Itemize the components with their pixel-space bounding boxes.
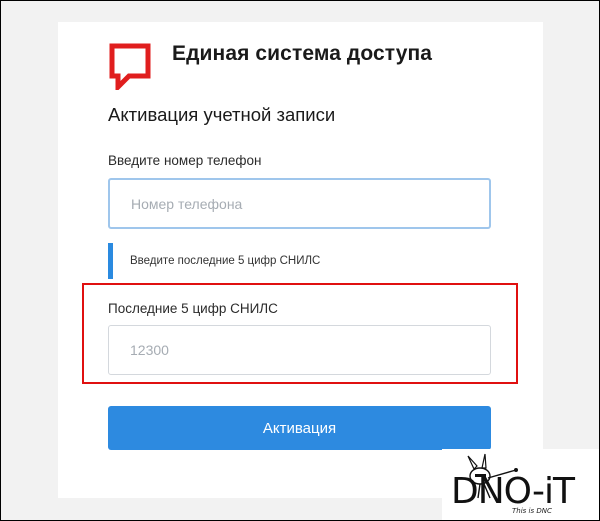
- watermark: DNO-iT This is DNC: [442, 449, 600, 521]
- page-title: Активация учетной записи: [108, 104, 336, 125]
- phone-input[interactable]: [108, 178, 491, 229]
- highlight-box: [82, 283, 518, 384]
- watermark-subtitle: This is DNC: [512, 507, 552, 515]
- brand-title: Единая система доступа: [172, 42, 433, 65]
- esia-logo-icon: [109, 43, 151, 90]
- phone-label: Введите номер телефон: [108, 153, 262, 168]
- snils-hint: Введите последние 5 цифр СНИЛС: [108, 243, 491, 279]
- snils-hint-text: Введите последние 5 цифр СНИЛС: [130, 255, 321, 267]
- activate-button[interactable]: Активация: [108, 406, 491, 450]
- watermark-text: DNO-iT: [451, 471, 575, 512]
